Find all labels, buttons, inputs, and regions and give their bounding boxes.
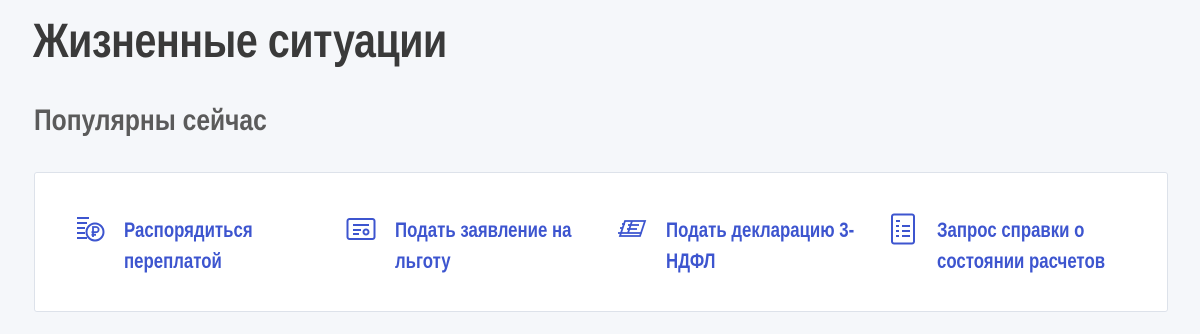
situation-label: Распорядиться переплатой xyxy=(124,219,253,273)
section-title-popular: Популярны сейчас xyxy=(34,104,267,137)
situation-label: Запрос справки о состоянии расчетов xyxy=(937,219,1106,273)
situation-label: Подать заявление на льготу xyxy=(395,219,572,273)
certificate-icon xyxy=(346,213,376,245)
coins-ruble-icon xyxy=(75,213,105,245)
situation-label: Подать декларацию 3-НДФЛ xyxy=(666,219,855,273)
situation-link-declaration[interactable]: Подать декларацию 3-НДФЛ xyxy=(617,213,906,277)
popular-situations-card: Распорядиться переплатой Подать заявлени… xyxy=(34,172,1168,312)
situation-link-statement[interactable]: Запрос справки о состоянии расчетов xyxy=(888,213,1177,277)
document-list-icon xyxy=(888,213,918,245)
situation-link-benefit[interactable]: Подать заявление на льготу xyxy=(346,213,635,277)
page-title: Жизненные ситуации xyxy=(33,15,447,68)
declaration-stack-icon xyxy=(617,213,647,245)
situation-link-overpayment[interactable]: Распорядиться переплатой xyxy=(75,213,364,277)
